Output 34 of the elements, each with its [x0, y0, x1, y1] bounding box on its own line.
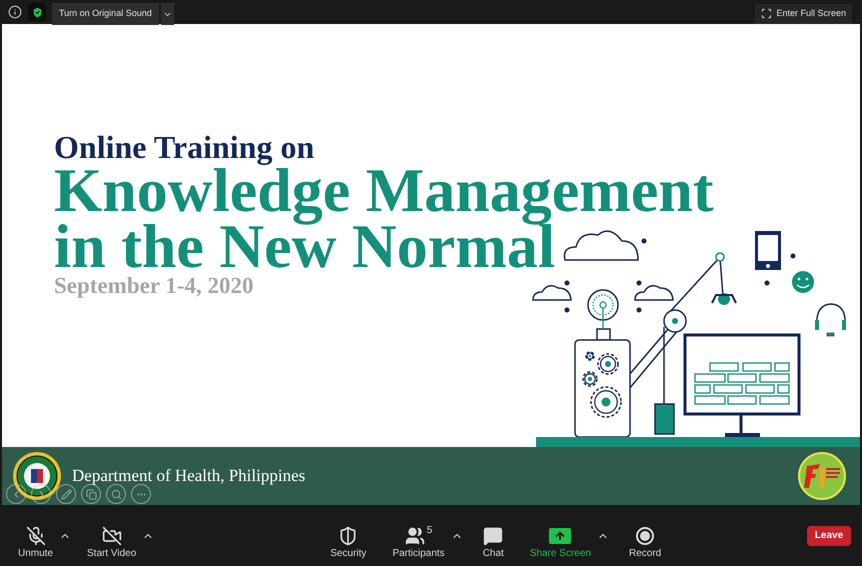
toolbar-button[interactable]: Record: [622, 526, 668, 559]
mic-off-icon: [26, 526, 46, 546]
slide-date: September 1-4, 2020: [54, 272, 254, 300]
record-icon: [636, 527, 654, 545]
chat-icon: [483, 526, 504, 546]
copy-button[interactable]: [81, 484, 101, 504]
pen-icon: [60, 488, 72, 500]
search-icon: [110, 488, 122, 500]
copy-icon: [86, 488, 96, 500]
full-screen-icon: [761, 8, 772, 19]
participant-count: 5: [426, 526, 432, 536]
previous-slide-button[interactable]: [6, 484, 26, 504]
footer-text: Department of Health, Philippines: [72, 465, 306, 488]
video-off-icon: [102, 526, 122, 546]
toolbar-button[interactable]: Share Screen: [524, 526, 597, 559]
toolbar-button[interactable]: Security: [324, 526, 372, 559]
program-logo: [798, 452, 846, 500]
leave-button[interactable]: Leave: [807, 526, 851, 546]
seal-logo: [12, 451, 62, 501]
toolbar-button[interactable]: Start Video: [81, 526, 142, 559]
sound-menu-button[interactable]: [160, 3, 174, 25]
toolbar-button[interactable]: 5 Participants: [386, 526, 451, 559]
next-slide-button[interactable]: [31, 484, 51, 504]
pen-button[interactable]: [56, 484, 76, 504]
toolbar-button[interactable]: Unmute: [12, 526, 60, 559]
toolbar-button[interactable]: Chat: [476, 526, 510, 559]
shield-icon: [338, 526, 358, 546]
more-button[interactable]: [131, 484, 151, 504]
original-sound-button[interactable]: Turn on Original Sound: [52, 3, 159, 25]
security-badge[interactable]: [28, 3, 46, 21]
search-button[interactable]: [106, 484, 126, 504]
info-icon[interactable]: [8, 5, 22, 19]
full-screen-button[interactable]: Enter Full Screen: [755, 4, 852, 24]
people-icon: [404, 526, 425, 546]
